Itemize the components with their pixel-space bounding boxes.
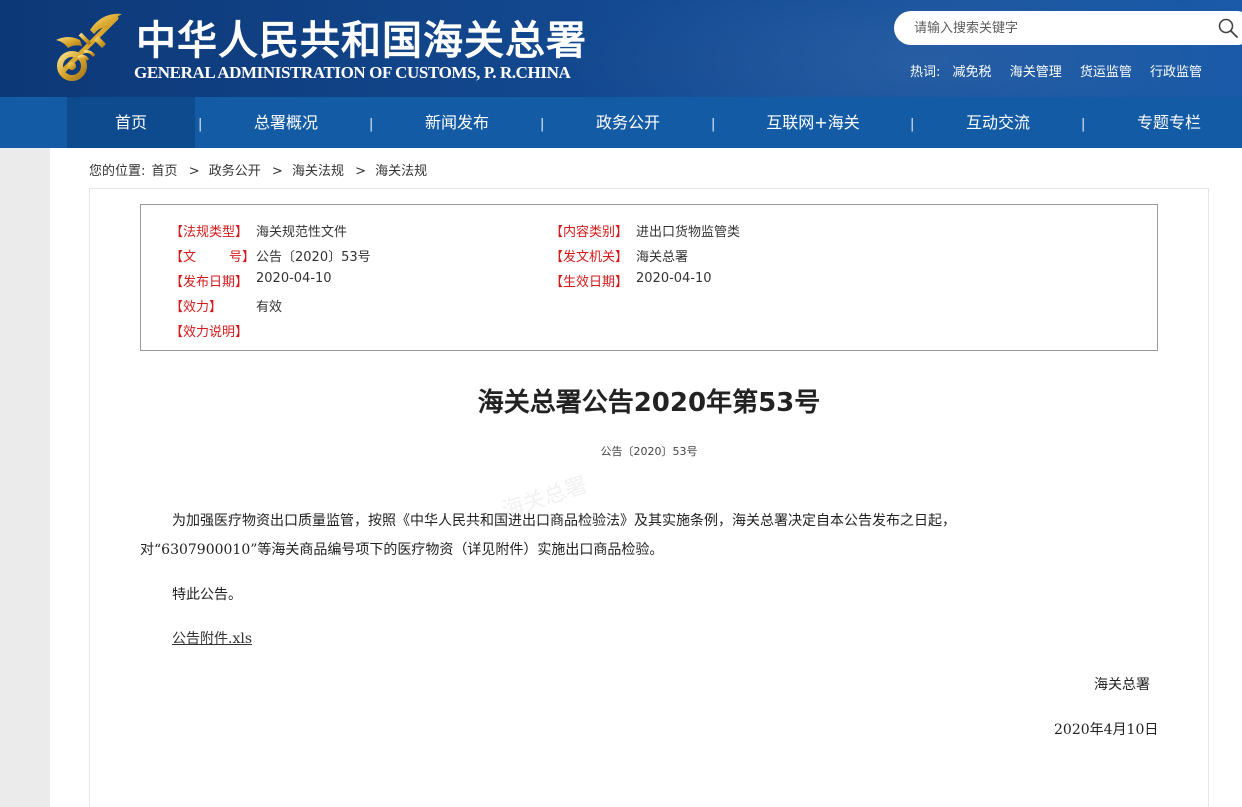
search-input[interactable] xyxy=(914,18,1204,38)
meta-value: 2020-04-10 xyxy=(256,271,332,286)
meta-value: 海关规范性文件 xyxy=(256,225,348,240)
breadcrumb-separator: > xyxy=(188,164,200,179)
meta-key: 【文 号】 xyxy=(170,250,256,265)
customs-emblem-icon[interactable] xyxy=(50,10,128,84)
meta-issuing-authority: 【发文机关】 海关总署 xyxy=(550,246,688,265)
hotword-link[interactable]: 海关管理 xyxy=(1010,65,1062,80)
breadcrumb-home[interactable]: 首页 xyxy=(152,164,178,179)
breadcrumb-current[interactable]: 海关法规 xyxy=(375,164,427,179)
meta-key: 【内容类别】 xyxy=(550,225,629,240)
attachment-link[interactable]: 公告附件.xls xyxy=(172,628,252,648)
nav-separator: | xyxy=(198,117,203,132)
breadcrumb-separator: > xyxy=(355,164,366,179)
meta-key: 【效力说明】 xyxy=(170,325,249,340)
document-title: 海关总署公告2020年第53号 xyxy=(477,388,821,418)
nav-separator: | xyxy=(540,117,545,132)
closing-paragraph: 特此公告。 xyxy=(172,587,242,603)
breadcrumb-government-affairs[interactable]: 政务公开 xyxy=(209,164,261,179)
hotword-link[interactable]: 减免税 xyxy=(953,65,992,80)
nav-item-interaction[interactable]: 互动交流 xyxy=(948,97,1048,148)
meta-value: 进出口货物监管类 xyxy=(636,225,741,240)
signature: 海关总署 xyxy=(1094,677,1150,693)
meta-key: 【发文机关】 xyxy=(550,250,629,265)
search-icon[interactable] xyxy=(1218,18,1238,38)
meta-key: 【法规类型】 xyxy=(170,225,249,240)
meta-publish-date: 【发布日期】 2020-04-10 xyxy=(170,271,332,290)
meta-key: 【生效日期】 xyxy=(550,275,629,290)
meta-value: 海关总署 xyxy=(636,250,689,265)
nav-item-government-affairs[interactable]: 政务公开 xyxy=(578,97,678,148)
main-nav: 首页 | 总署概况 | 新闻发布 | 政务公开 | 互联网+海关 | 互动交流 … xyxy=(0,97,1242,148)
document-number: 公告〔2020〕53号 xyxy=(600,445,698,458)
nav-separator: | xyxy=(910,117,915,132)
nav-item-news[interactable]: 新闻发布 xyxy=(407,97,507,148)
paragraph-line: 对“6307900010”等海关商品编号项下的医疗物资（详见附件）实施出口商品检… xyxy=(140,542,664,558)
breadcrumb: 您的位置: 首页 > 政务公开 > 海关法规 > 海关法规 xyxy=(89,160,429,179)
nav-separator: | xyxy=(369,117,374,132)
meta-value: 有效 xyxy=(256,300,283,315)
site-title: 中华人民共和国海关总署 xyxy=(136,17,587,64)
meta-validity: 【效力】 有效 xyxy=(170,296,282,315)
meta-value: 2020-04-10 xyxy=(636,271,712,286)
site-subtitle: GENERAL ADMINISTRATION OF CUSTOMS, P. R.… xyxy=(134,63,571,82)
hotword-link[interactable]: 行政监管 xyxy=(1150,65,1202,80)
nav-separator: | xyxy=(1081,117,1086,132)
signature-date: 2020年4月10日 xyxy=(1054,722,1159,738)
site-header: 中华人民共和国海关总署 GENERAL ADMINISTRATION OF CU… xyxy=(0,0,1242,97)
breadcrumb-label: 您的位置: xyxy=(89,164,146,179)
meta-effective-date: 【生效日期】 2020-04-10 xyxy=(550,271,712,290)
meta-regulation-type: 【法规类型】 海关规范性文件 xyxy=(170,221,347,240)
nav-separator: | xyxy=(711,117,716,132)
hotword-link[interactable]: 货运监管 xyxy=(1080,65,1132,80)
search-box xyxy=(894,11,1242,45)
hotwords-label: 热词: xyxy=(910,65,941,80)
meta-key: 【发布日期】 xyxy=(170,275,249,290)
meta-value: 公告〔2020〕53号 xyxy=(256,250,371,265)
meta-validity-note: 【效力说明】 xyxy=(170,321,248,340)
breadcrumb-customs-regulations[interactable]: 海关法规 xyxy=(292,164,344,179)
meta-key: 【效力】 xyxy=(170,300,223,315)
nav-item-internet-customs[interactable]: 互联网+海关 xyxy=(748,97,878,148)
nav-item-overview[interactable]: 总署概况 xyxy=(236,97,336,148)
nav-item-special-topics[interactable]: 专题专栏 xyxy=(1119,97,1219,148)
left-margin xyxy=(0,148,50,807)
paragraph-line: 为加强医疗物资出口质量监管，按照《中华人民共和国进出口商品检验法》及其实施条例，… xyxy=(172,513,956,529)
meta-content-category: 【内容类别】 进出口货物监管类 xyxy=(550,221,740,240)
meta-doc-number: 【文 号】 公告〔2020〕53号 xyxy=(170,246,371,265)
nav-item-home[interactable]: 首页 xyxy=(67,97,195,148)
breadcrumb-separator: > xyxy=(271,164,283,179)
hotwords: 热词: 减免税 海关管理 货运监管 行政监管 xyxy=(910,61,1216,80)
